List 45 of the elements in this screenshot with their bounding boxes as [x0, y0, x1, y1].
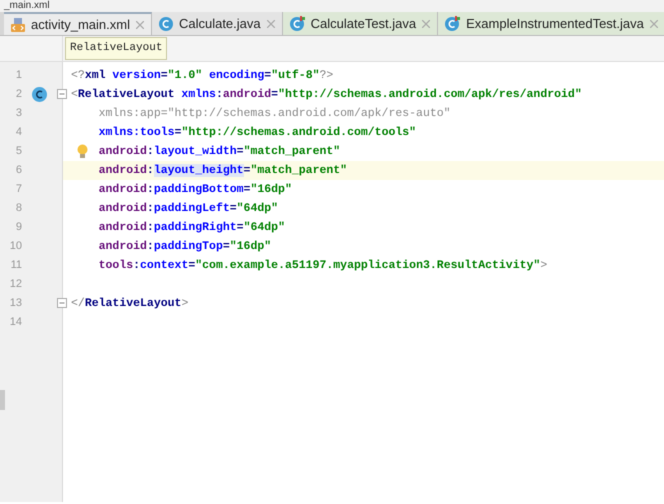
code-line: android:paddingBottom="16dp" — [98, 184, 292, 196]
xml-file-icon — [11, 18, 25, 32]
code-line: xmlns:app="http://schemas.android.com/apk/res-auto" — [98, 108, 451, 120]
editor-tab[interactable]: Calculate.java — [152, 12, 283, 35]
line-number: 5 — [14, 146, 23, 157]
code-line: android:paddingTop="16dp" — [98, 240, 272, 252]
editor-tab[interactable]: ExampleInstrumentedTest.java — [438, 12, 664, 35]
line-number: 3 — [14, 108, 23, 119]
close-icon[interactable] — [650, 20, 658, 28]
line-number: 1 — [14, 70, 23, 81]
line-number: 12 — [8, 279, 23, 290]
line-number: 14 — [8, 317, 23, 328]
lightbulb-icon[interactable] — [77, 144, 88, 159]
line-number: 11 — [10, 260, 23, 271]
line-number: 4 — [14, 127, 23, 138]
class-icon — [158, 16, 173, 30]
line-number: 7 — [14, 184, 23, 195]
code-line: <?xml version="1.0" encoding="utf-8"?> — [71, 70, 334, 82]
fold-icon[interactable] — [57, 298, 67, 308]
class-icon[interactable] — [32, 87, 47, 102]
code-line: </RelativeLayout> — [71, 298, 188, 310]
code-line: android:layout_width="match_parent" — [98, 146, 340, 158]
close-icon[interactable] — [266, 20, 275, 28]
code-line: tools:context="com.example.a51197.myapplication3.ResultActivity"> — [98, 260, 548, 272]
tooltip: RelativeLayout — [65, 37, 168, 60]
line-number: 2 — [14, 89, 23, 100]
code-line: xmlns:tools="http://schemas.android.com/tools" — [98, 126, 416, 138]
line-number: 9 — [14, 222, 23, 233]
fold-icon[interactable] — [57, 89, 67, 99]
line-number: 8 — [14, 203, 23, 214]
code-line: <RelativeLayout xmlns:android="http://schemas.android.com/apk/res/android" — [71, 88, 582, 100]
line-number: 13 — [8, 298, 23, 309]
code-line: android:paddingLeft="64dp" — [98, 202, 278, 214]
close-icon[interactable] — [136, 20, 144, 28]
close-icon[interactable] — [422, 20, 430, 28]
code-line: android:layout_height="match_parent" — [98, 164, 348, 176]
test-class-icon — [290, 16, 305, 31]
breadcrumb[interactable]: _main.xml — [4, 0, 50, 12]
line-number: 6 — [14, 165, 23, 176]
code-line: android:paddingRight="64dp" — [98, 222, 285, 234]
editor-tab[interactable]: activity_main.xml — [4, 12, 152, 35]
test-class-icon — [445, 16, 460, 31]
editor-tab[interactable]: CalculateTest.java — [282, 12, 438, 35]
scrollbar-thumb[interactable] — [0, 390, 5, 410]
line-number: 10 — [8, 241, 23, 252]
